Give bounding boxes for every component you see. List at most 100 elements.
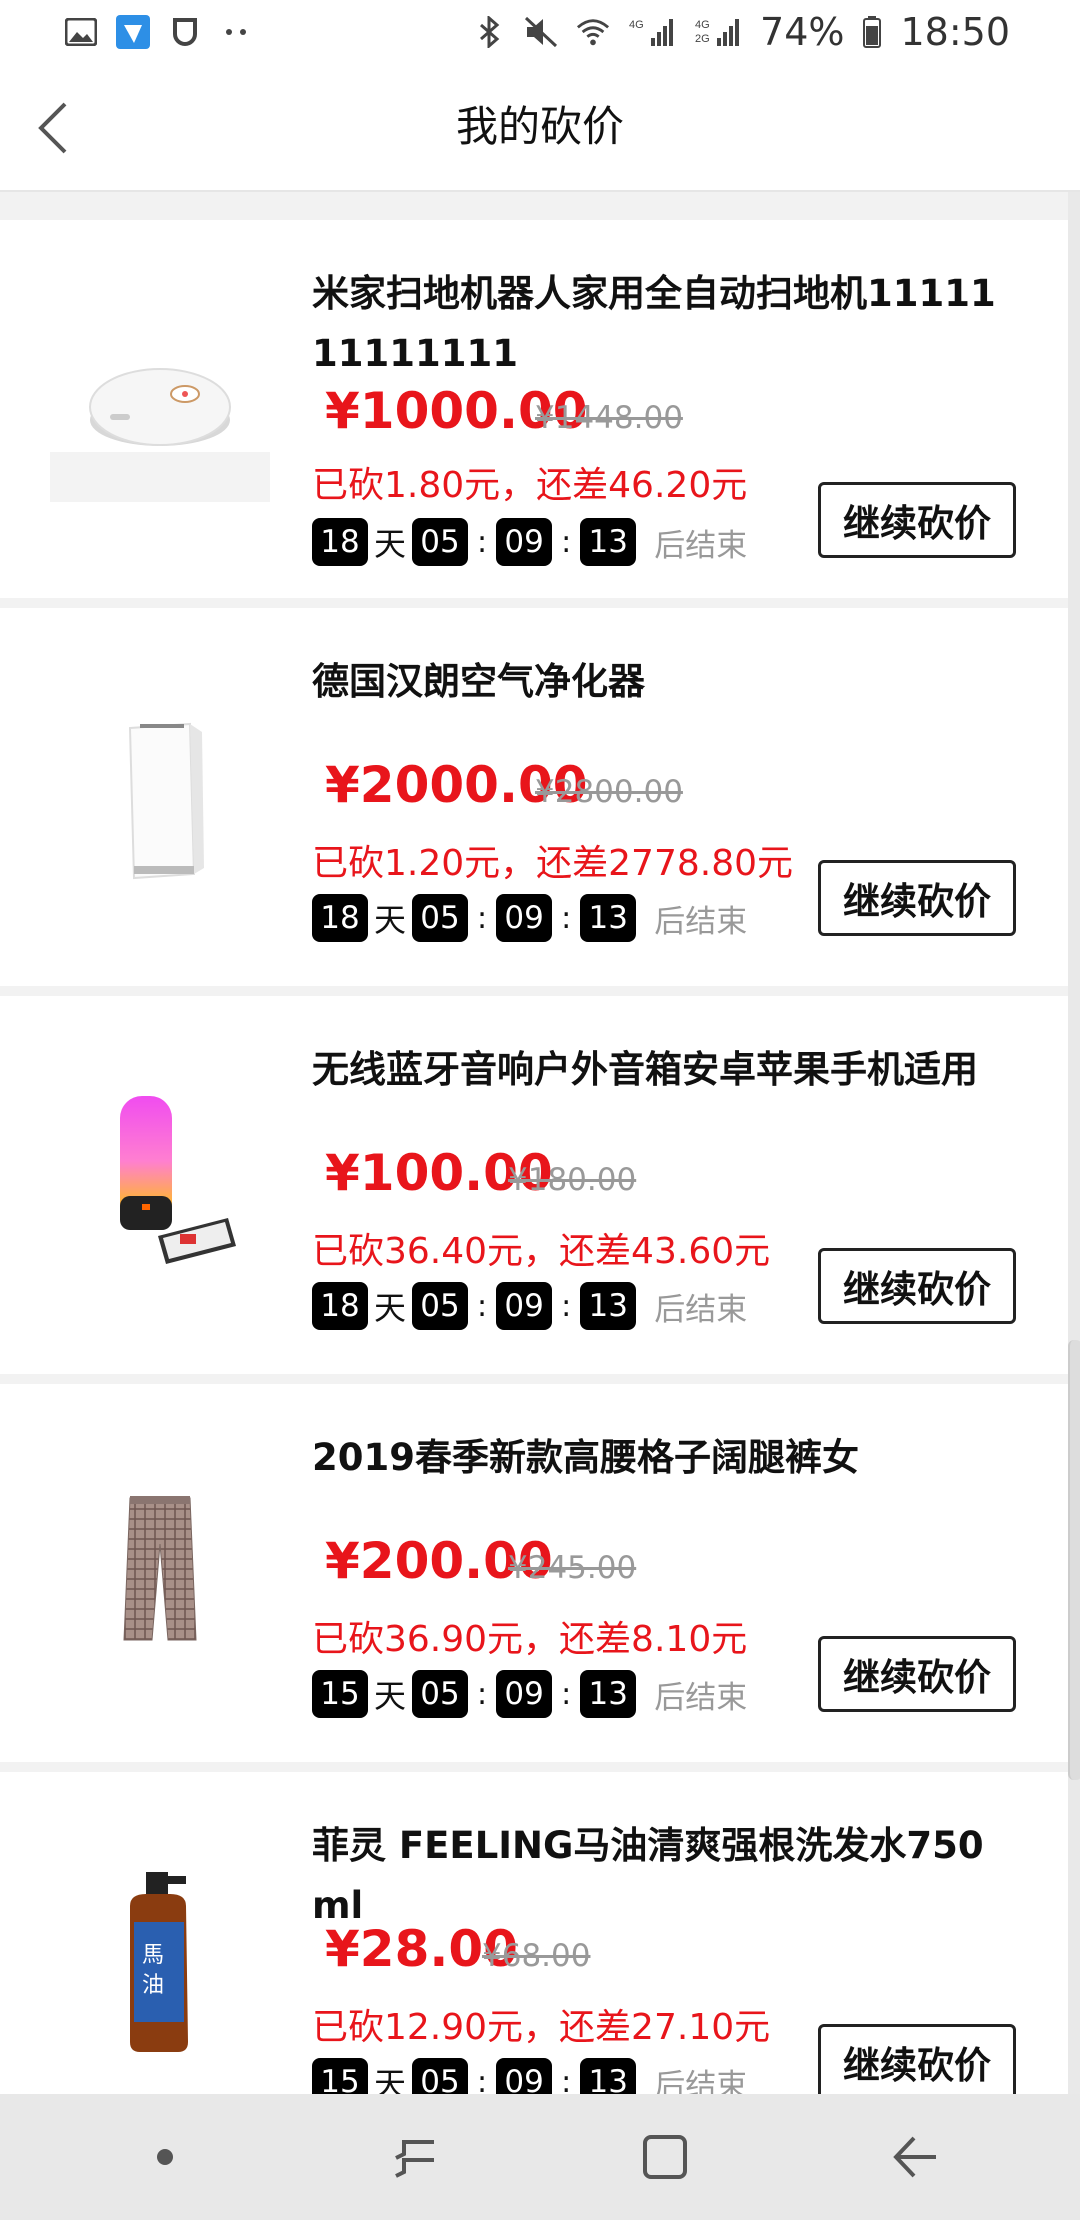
- list-item[interactable]: 2019春季新款高腰格子阔腿裤女 ¥200.00 ¥245.00 已砍36.90…: [0, 1384, 1068, 1762]
- countdown-timer: 15 天 05 : 09 : 13 后结束: [312, 1670, 747, 1718]
- time-separator: :: [477, 524, 488, 560]
- minutes-box: 09: [496, 1282, 553, 1330]
- product-name[interactable]: 2019春季新款高腰格子阔腿裤女: [312, 1428, 1012, 1488]
- nav-dot-button[interactable]: [125, 2117, 205, 2197]
- countdown-timer: 18 天 05 : 09 : 13 后结束: [312, 894, 747, 942]
- time-separator: :: [561, 2064, 572, 2095]
- minutes-box: 09: [496, 518, 553, 566]
- shampoo-bottle-icon: 馬 油: [130, 1872, 188, 2052]
- bluetooth-speaker-icon: [120, 1096, 236, 1264]
- end-label: 后结束: [654, 527, 748, 564]
- seconds-box: 13: [580, 1670, 637, 1718]
- end-label: 后结束: [654, 2067, 748, 2095]
- time-separator: :: [561, 1288, 572, 1324]
- recent-apps-button[interactable]: [375, 2117, 455, 2197]
- shield-icon: [168, 15, 202, 49]
- time-separator: :: [477, 1288, 488, 1324]
- day-unit: 天: [374, 1289, 407, 1327]
- time-separator: :: [561, 524, 572, 560]
- days-box: 18: [312, 518, 368, 566]
- end-label: 后结束: [654, 1679, 748, 1716]
- scrollbar-handle[interactable]: [1068, 1340, 1080, 1780]
- product-name[interactable]: 菲灵 FEELING马油清爽强根洗发水750ml: [312, 1816, 1012, 1936]
- product-image[interactable]: [50, 292, 270, 512]
- scrollbar-track[interactable]: [1068, 192, 1080, 2094]
- bargain-status: 已砍12.90元，还差27.10元: [312, 2007, 771, 2048]
- product-image[interactable]: [50, 688, 270, 908]
- days-box: 18: [312, 894, 368, 942]
- status-right: 4G 4G 2G 74% 18:50: [472, 10, 1010, 54]
- list-item[interactable]: 无线蓝牙音响户外音箱安卓苹果手机适用 ¥100.00 ¥180.00 已砍36.…: [0, 996, 1068, 1374]
- day-unit: 天: [374, 2065, 407, 2094]
- time-separator: :: [477, 2064, 488, 2095]
- home-square-icon: [643, 2135, 687, 2179]
- minutes-box: 09: [496, 894, 553, 942]
- bargain-list: 米家扫地机器人家用全自动扫地机1111111111111 ¥1000.00 ¥1…: [0, 206, 1080, 2094]
- app-notification-icon: [116, 15, 150, 49]
- bluetooth-icon: [472, 15, 506, 49]
- time-separator: :: [561, 900, 572, 936]
- air-purifier-icon: [128, 722, 204, 880]
- gallery-icon: [64, 15, 98, 49]
- battery-percent: 74%: [760, 10, 845, 54]
- svg-text:4G: 4G: [695, 19, 710, 31]
- back-nav-button[interactable]: [875, 2117, 955, 2197]
- seconds-box: 13: [580, 894, 637, 942]
- day-unit: 天: [374, 1677, 407, 1715]
- product-image[interactable]: [50, 1076, 270, 1296]
- product-name[interactable]: 德国汉朗空气净化器: [312, 652, 1012, 712]
- day-unit: 天: [374, 525, 407, 563]
- seconds-box: 13: [580, 518, 637, 566]
- list-item[interactable]: 德国汉朗空气净化器 ¥2000.00 ¥2800.00 已砍1.20元，还差27…: [0, 608, 1068, 986]
- original-price: ¥180.00: [508, 1162, 637, 1198]
- continue-bargain-button[interactable]: 继续砍价: [818, 2024, 1016, 2094]
- signal-4g-icon: 4G: [628, 15, 676, 49]
- signal-2g-icon: 4G 2G: [694, 15, 742, 49]
- countdown-timer: 18 天 05 : 09 : 13 后结束: [312, 1282, 747, 1330]
- days-box: 15: [312, 1670, 368, 1718]
- hours-box: 05: [412, 2058, 469, 2094]
- home-button[interactable]: [625, 2117, 705, 2197]
- continue-bargain-button[interactable]: 继续砍价: [818, 1636, 1016, 1712]
- hours-box: 05: [412, 518, 469, 566]
- bargain-status: 已砍1.80元，还差46.20元: [312, 465, 748, 506]
- continue-bargain-button[interactable]: 继续砍价: [818, 482, 1016, 558]
- hours-box: 05: [412, 1282, 469, 1330]
- product-name[interactable]: 米家扫地机器人家用全自动扫地机1111111111111: [312, 264, 1012, 384]
- robot-vacuum-icon: [50, 368, 270, 502]
- days-box: 18: [312, 1282, 368, 1330]
- time-separator: :: [477, 1676, 488, 1712]
- svg-text:4G: 4G: [629, 19, 644, 31]
- list-item[interactable]: 馬 油 菲灵 FEELING马油清爽强根洗发水750ml ¥28.00 ¥68.…: [0, 1772, 1068, 2094]
- countdown-timer: 15 天 05 : 09 : 13 后结束: [312, 2058, 747, 2094]
- bargain-status: 已砍36.90元，还差8.10元: [312, 1619, 748, 1660]
- svg-text:2G: 2G: [695, 33, 710, 45]
- end-label: 后结束: [654, 1291, 748, 1328]
- status-left: [64, 15, 254, 49]
- product-image[interactable]: [50, 1464, 270, 1684]
- bargain-status: 已砍1.20元，还差2778.80元: [312, 843, 794, 884]
- bargain-status: 已砍36.40元，还差43.60元: [312, 1231, 771, 1272]
- list-item[interactable]: 米家扫地机器人家用全自动扫地机1111111111111 ¥1000.00 ¥1…: [0, 220, 1068, 598]
- original-price: ¥245.00: [508, 1550, 637, 1586]
- svg-text:馬: 馬: [142, 1943, 164, 1968]
- minutes-box: 09: [496, 1670, 553, 1718]
- time-separator: :: [477, 900, 488, 936]
- product-image[interactable]: 馬 油: [50, 1852, 270, 2072]
- app-header: 我的砍价: [0, 64, 1080, 192]
- continue-bargain-button[interactable]: 继续砍价: [818, 860, 1016, 936]
- mute-icon: [524, 15, 558, 49]
- countdown-timer: 18 天 05 : 09 : 13 后结束: [312, 518, 747, 566]
- more-dots-icon: [220, 15, 254, 49]
- original-price: ¥2800.00: [535, 774, 683, 810]
- days-box: 15: [312, 2058, 368, 2094]
- plaid-pants-icon: [123, 1496, 197, 1641]
- hours-box: 05: [412, 894, 469, 942]
- end-label: 后结束: [654, 903, 748, 940]
- status-bar: 4G 4G 2G 74% 18:50: [0, 0, 1080, 64]
- product-name[interactable]: 无线蓝牙音响户外音箱安卓苹果手机适用: [312, 1040, 1012, 1100]
- continue-bargain-button[interactable]: 继续砍价: [818, 1248, 1016, 1324]
- seconds-box: 13: [580, 1282, 637, 1330]
- battery-icon: [862, 15, 882, 49]
- system-nav-bar: [0, 2094, 1080, 2220]
